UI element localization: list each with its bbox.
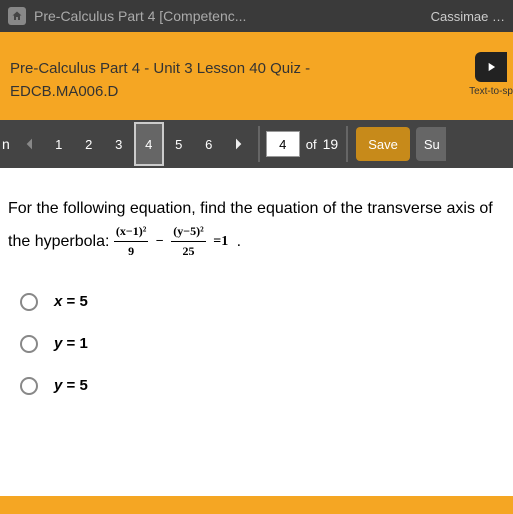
window-titlebar: Pre-Calculus Part 4 [Competenc... Cassim… <box>0 0 513 32</box>
question-nav-5[interactable]: 5 <box>164 120 194 168</box>
of-label: of <box>306 137 317 152</box>
equals-one: =1 <box>213 234 228 249</box>
course-title-line2: EDCB.MA006.D <box>10 81 503 102</box>
nav-separator <box>258 126 260 162</box>
question-prompt-a: For the following equation, find the equ… <box>8 200 493 217</box>
radio-icon[interactable] <box>20 335 38 353</box>
question-nav-1[interactable]: 1 <box>44 120 74 168</box>
question-nav-6[interactable]: 6 <box>194 120 224 168</box>
numerator-2: (y−5)² <box>171 222 205 242</box>
question-prompt-b: the hyperbola: <box>8 233 109 250</box>
option-b[interactable]: y = 1 <box>20 335 503 353</box>
window-title: Pre-Calculus Part 4 [Competenc... <box>34 8 423 24</box>
quiz-header: Pre-Calculus Part 4 - Unit 3 Lesson 40 Q… <box>0 44 513 120</box>
user-name: Cassimae … <box>431 9 505 24</box>
accent-bar <box>0 32 513 44</box>
radio-icon[interactable] <box>20 377 38 395</box>
play-icon[interactable] <box>475 52 507 82</box>
tts-label: Text-to-sp <box>469 86 513 97</box>
question-nav-3[interactable]: 3 <box>104 120 134 168</box>
home-icon[interactable] <box>8 7 26 25</box>
page-number-input[interactable] <box>266 131 300 157</box>
text-to-speech[interactable]: Text-to-sp <box>469 52 513 97</box>
save-button[interactable]: Save <box>356 127 410 161</box>
nav-separator-2 <box>346 126 348 162</box>
period: . <box>237 233 241 250</box>
question-navbar: n 1 2 3 4 5 6 of 19 Save Su <box>0 120 513 168</box>
radio-icon[interactable] <box>20 293 38 311</box>
submit-button[interactable]: Su <box>416 127 446 161</box>
total-pages: 19 <box>323 136 339 152</box>
nav-left-fragment: n <box>0 136 16 152</box>
numerator-1: (x−1)² <box>114 222 148 242</box>
fraction-2: (y−5)² 25 <box>171 222 205 261</box>
option-c[interactable]: y = 5 <box>20 377 503 395</box>
option-a[interactable]: x = 5 <box>20 293 503 311</box>
answer-options: x = 5 y = 1 y = 5 <box>8 293 503 395</box>
bottom-accent-bar <box>0 496 513 514</box>
question-nav-2[interactable]: 2 <box>74 120 104 168</box>
option-b-label: y = 1 <box>54 335 88 352</box>
minus-sign: − <box>156 234 164 249</box>
denominator-2: 25 <box>171 242 205 261</box>
question-text: For the following equation, find the equ… <box>8 196 503 261</box>
denominator-1: 9 <box>114 242 148 261</box>
hyperbola-equation: (x−1)² 9 − (y−5)² 25 =1 <box>114 222 232 261</box>
course-title-line1: Pre-Calculus Part 4 - Unit 3 Lesson 40 Q… <box>10 58 503 79</box>
option-c-label: y = 5 <box>54 377 88 394</box>
question-content: For the following equation, find the equ… <box>0 168 513 439</box>
next-arrow-icon[interactable] <box>224 136 252 152</box>
option-a-label: x = 5 <box>54 293 88 310</box>
fraction-1: (x−1)² 9 <box>114 222 148 261</box>
course-title: Pre-Calculus Part 4 - Unit 3 Lesson 40 Q… <box>10 58 503 102</box>
question-numbers: 1 2 3 4 5 6 <box>44 120 224 168</box>
question-nav-4[interactable]: 4 <box>134 122 164 166</box>
prev-arrow-icon[interactable] <box>16 136 44 152</box>
